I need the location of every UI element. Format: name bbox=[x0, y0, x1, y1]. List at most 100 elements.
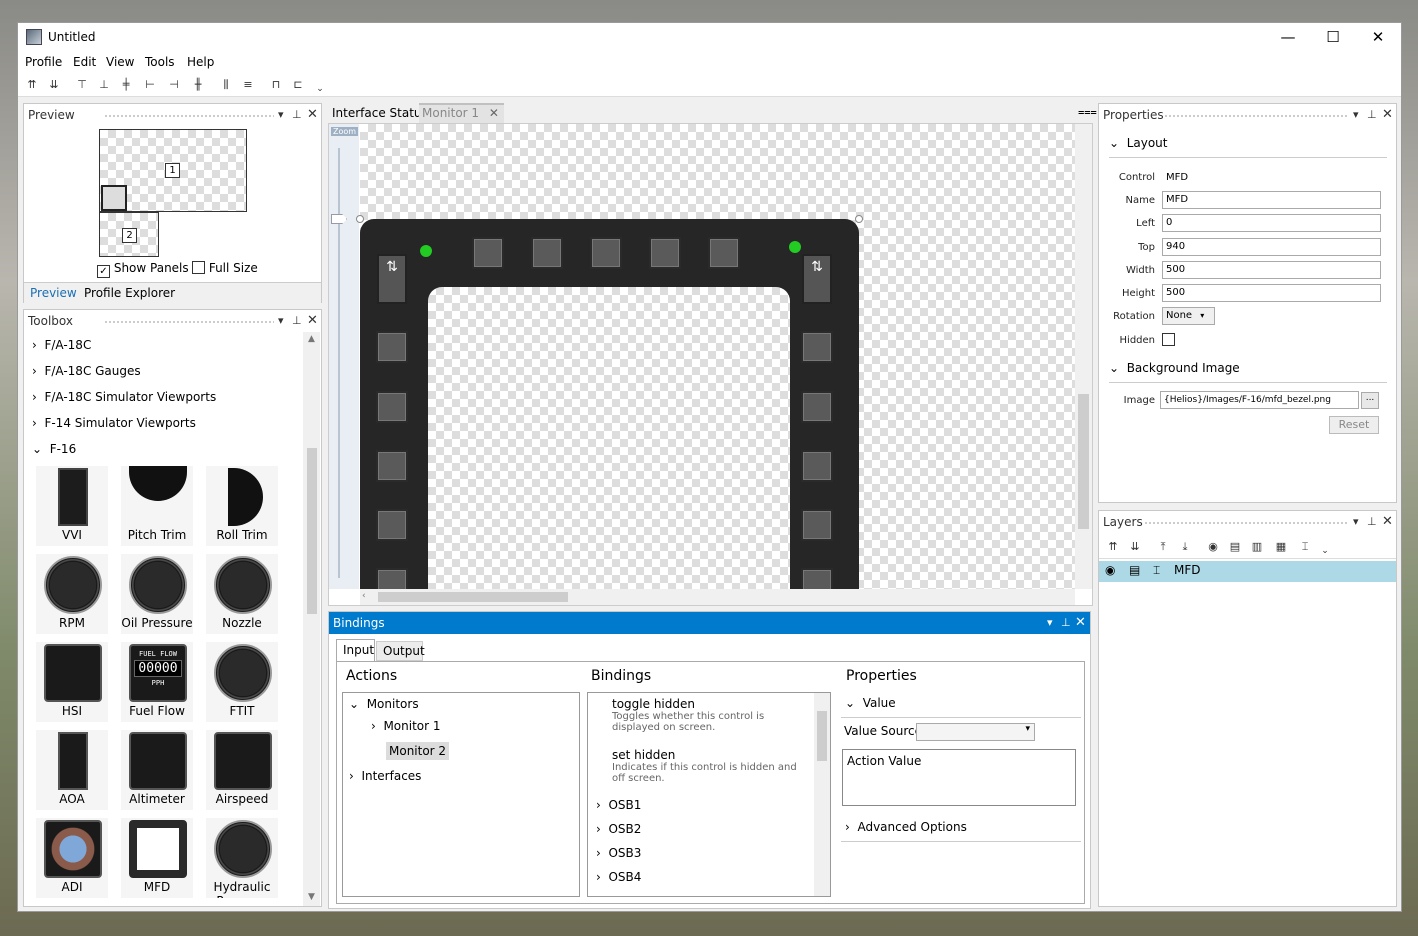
rotation-select[interactable]: None ▾ bbox=[1162, 307, 1215, 325]
reset-button[interactable]: Reset bbox=[1329, 416, 1379, 434]
move-forward-icon[interactable]: ⇈ bbox=[1105, 540, 1121, 554]
osb-button[interactable] bbox=[376, 391, 408, 423]
background-section-header[interactable]: ⌄ Background Image bbox=[1109, 361, 1387, 383]
panel-grip[interactable] bbox=[1164, 114, 1349, 118]
image-path-field[interactable]: {Helios}/Images/F-16/mfd_bezel.png bbox=[1160, 391, 1359, 409]
tab-close-icon[interactable]: ✕ bbox=[489, 106, 499, 120]
tool-hydraulic-pressure[interactable]: Hydraulic Pressure bbox=[206, 818, 278, 898]
tool-altimeter[interactable]: Altimeter bbox=[121, 730, 193, 810]
osb-button[interactable] bbox=[376, 450, 408, 482]
toolbox-category[interactable]: › F-14 Simulator Viewports bbox=[32, 410, 196, 436]
scroll-left-icon[interactable]: ‹ bbox=[362, 591, 366, 601]
show-panels-checkbox[interactable]: ✓ Show Panels bbox=[97, 261, 189, 278]
osb-button[interactable] bbox=[801, 331, 833, 363]
full-size-checkbox[interactable]: Full Size bbox=[192, 261, 258, 275]
mfd-bezel[interactable]: ⇅ ⇅ bbox=[360, 219, 859, 590]
binding-group-osb2[interactable]: › OSB2 bbox=[596, 822, 641, 836]
lock-icon[interactable]: ▤ bbox=[1227, 540, 1243, 554]
tab-interface-status[interactable]: Interface Status bbox=[332, 106, 428, 120]
space-vertical-icon[interactable]: ⊏ bbox=[290, 78, 306, 92]
toolbox-category[interactable]: › F/A-18C Gauges bbox=[32, 358, 141, 384]
menu-edit[interactable]: Edit bbox=[73, 55, 96, 69]
align-bottom-icon[interactable]: ⊥ bbox=[96, 78, 112, 92]
height-field[interactable]: 500 bbox=[1162, 284, 1381, 302]
tab-overflow-icon[interactable]: ⩶ bbox=[1078, 105, 1097, 119]
toolbar-overflow-icon[interactable]: ⌄ bbox=[312, 82, 328, 96]
eye-icon[interactable]: ◉ bbox=[1105, 563, 1115, 577]
tab-input[interactable]: Input bbox=[336, 639, 375, 661]
browse-button[interactable]: ... bbox=[1361, 392, 1379, 409]
osb-button[interactable] bbox=[531, 237, 563, 269]
layer-row[interactable]: ◉ ▤ ⌶ MFD bbox=[1099, 561, 1396, 582]
monitor-canvas[interactable]: ⇅ ⇅ bbox=[356, 124, 1075, 590]
pin-icon[interactable]: ⊥ bbox=[292, 310, 302, 332]
osb-button[interactable] bbox=[376, 331, 408, 363]
canvas-horizontal-scrollbar[interactable]: ‹ bbox=[360, 589, 1075, 605]
align-top-icon[interactable]: ⊤ bbox=[74, 78, 90, 92]
width-field[interactable]: 500 bbox=[1162, 261, 1381, 279]
bring-to-front-icon[interactable]: ⤒ bbox=[1155, 540, 1171, 554]
osb-button[interactable] bbox=[376, 568, 408, 590]
tab-monitor-1[interactable]: Monitor 1 ✕ bbox=[419, 103, 504, 123]
tool-oil-pressure[interactable]: Oil Pressure bbox=[121, 554, 193, 634]
toolbox-category[interactable]: › F/A-18C Simulator Viewports bbox=[32, 384, 216, 410]
scroll-thumb[interactable] bbox=[378, 592, 568, 602]
menu-tools[interactable]: Tools bbox=[145, 55, 175, 69]
tab-profile-explorer[interactable]: Profile Explorer bbox=[84, 286, 175, 300]
toolbar-overflow-icon[interactable]: ⌄ bbox=[1317, 544, 1333, 558]
osb-button[interactable] bbox=[801, 568, 833, 590]
maximize-button[interactable]: ☐ bbox=[1310, 23, 1356, 53]
bindings-scrollbar[interactable] bbox=[814, 693, 830, 896]
resize-handle[interactable] bbox=[855, 215, 863, 223]
move-back-icon[interactable]: ⇊ bbox=[46, 78, 62, 92]
value-source-select[interactable]: ▾ bbox=[916, 723, 1035, 741]
monitor-1-preview[interactable]: 1 bbox=[99, 129, 247, 212]
move-back-icon[interactable]: ⇊ bbox=[1127, 540, 1143, 554]
binding-group-osb3[interactable]: › OSB3 bbox=[596, 846, 641, 860]
binding-group-osb4[interactable]: › OSB4 bbox=[596, 870, 641, 884]
pin-icon[interactable]: ⊥ bbox=[292, 104, 302, 126]
panel-menu-icon[interactable]: ▾ bbox=[278, 104, 284, 126]
scroll-thumb[interactable] bbox=[817, 711, 827, 761]
lock-remove-icon[interactable]: ▦ bbox=[1273, 540, 1289, 554]
osb-button[interactable] bbox=[801, 509, 833, 541]
panel-close-icon[interactable]: ✕ bbox=[307, 104, 318, 126]
toolbox-category[interactable]: › F/A-18C bbox=[32, 332, 91, 358]
tool-rpm[interactable]: RPM bbox=[36, 554, 108, 634]
panel-grip[interactable] bbox=[104, 320, 274, 324]
tool-ftit[interactable]: FTIT bbox=[206, 642, 278, 722]
monitor-2-preview[interactable]: 2 bbox=[99, 212, 159, 257]
menu-view[interactable]: View bbox=[106, 55, 134, 69]
pin-icon[interactable]: ⊥ bbox=[1367, 104, 1377, 126]
visibility-icon[interactable]: ◉ bbox=[1205, 540, 1221, 554]
panel-close-icon[interactable]: ✕ bbox=[1075, 612, 1086, 634]
osb-button[interactable] bbox=[801, 391, 833, 423]
osb-button[interactable] bbox=[376, 509, 408, 541]
tool-pitch-trim[interactable]: Pitch Trim bbox=[121, 466, 193, 546]
osb-button[interactable] bbox=[472, 237, 504, 269]
panel-close-icon[interactable]: ✕ bbox=[1382, 511, 1393, 533]
tool-vvi[interactable]: VVI bbox=[36, 466, 108, 546]
lock-add-icon[interactable]: ▥ bbox=[1249, 540, 1265, 554]
panel-close-icon[interactable]: ✕ bbox=[1382, 104, 1393, 126]
align-center-icon[interactable]: ╫ bbox=[190, 78, 206, 92]
tool-mfd[interactable]: MFD bbox=[121, 818, 193, 898]
rocker-switch-right[interactable]: ⇅ bbox=[802, 254, 832, 304]
move-forward-icon[interactable]: ⇈ bbox=[24, 78, 40, 92]
scroll-thumb[interactable] bbox=[307, 448, 317, 614]
panel-menu-icon[interactable]: ▾ bbox=[1353, 104, 1359, 126]
bind-icon[interactable]: ⌶ bbox=[1297, 540, 1313, 554]
tool-fuel-flow[interactable]: FUEL FLOW 00000 PPH Fuel Flow bbox=[121, 642, 193, 722]
osb-button[interactable] bbox=[801, 450, 833, 482]
space-horizontal-icon[interactable]: ⊓ bbox=[268, 78, 284, 92]
tool-hsi[interactable]: HSI bbox=[36, 642, 108, 722]
binding-item[interactable]: set hidden Indicates if this control is … bbox=[612, 748, 812, 784]
panel-close-icon[interactable]: ✕ bbox=[307, 310, 318, 332]
toolbox-scrollbar[interactable]: ▲ ▼ bbox=[303, 332, 320, 906]
tool-roll-trim[interactable]: Roll Trim bbox=[206, 466, 278, 546]
osb-button[interactable] bbox=[590, 237, 622, 269]
panel-menu-icon[interactable]: ▾ bbox=[1047, 612, 1053, 634]
lock-icon[interactable]: ▤ bbox=[1129, 563, 1140, 577]
tool-nozzle[interactable]: Nozzle bbox=[206, 554, 278, 634]
menu-profile[interactable]: Profile bbox=[25, 55, 62, 69]
